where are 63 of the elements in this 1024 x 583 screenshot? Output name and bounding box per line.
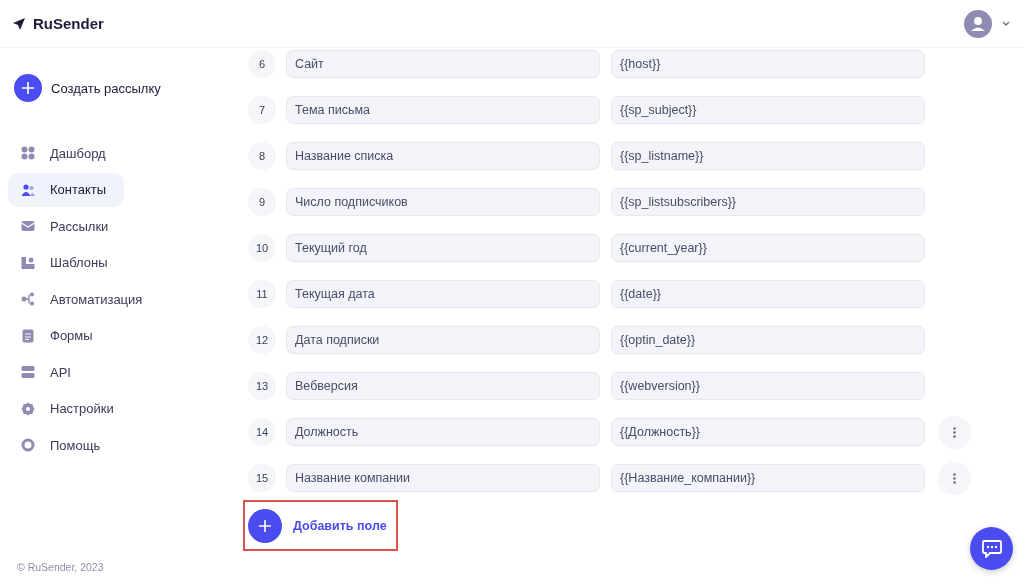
sidebar-item[interactable]: Формы bbox=[8, 318, 106, 353]
field-name-input[interactable]: Сайт bbox=[286, 50, 600, 78]
row-number: 15 bbox=[248, 464, 276, 492]
field-name-input[interactable]: Название компании bbox=[286, 464, 600, 492]
sidebar-item[interactable]: Шаблоны bbox=[8, 245, 121, 280]
variable-input[interactable]: {{Должность}} bbox=[611, 418, 925, 446]
field-name-input[interactable]: Дата подписки bbox=[286, 326, 600, 354]
add-field-button[interactable]: Добавить поле bbox=[248, 508, 387, 543]
row-number: 11 bbox=[248, 280, 276, 308]
plus-icon bbox=[248, 508, 282, 543]
variable-input[interactable]: {{sp_listname}} bbox=[611, 142, 925, 170]
ring-icon bbox=[21, 438, 35, 452]
variable-input[interactable]: {{host}} bbox=[611, 50, 925, 78]
field-name-input[interactable]: Тема письма bbox=[286, 96, 600, 124]
chevron-down-icon[interactable] bbox=[1002, 21, 1010, 26]
variable-input[interactable]: {{sp_listsubscribers}} bbox=[611, 188, 925, 216]
more-options-button[interactable] bbox=[938, 461, 971, 495]
variable-input[interactable]: {{Название_компании}} bbox=[611, 464, 925, 492]
document-icon bbox=[21, 328, 35, 343]
grid-icon bbox=[21, 146, 35, 160]
field-name-input[interactable]: Должность bbox=[286, 418, 600, 446]
create-campaign-button[interactable]: Создать рассылку bbox=[8, 74, 224, 102]
variable-input[interactable]: {{webversion}} bbox=[611, 372, 925, 400]
sidebar-item[interactable]: Настройки bbox=[8, 391, 127, 426]
variable-input[interactable]: {{sp_subject}} bbox=[611, 96, 925, 124]
field-name-input[interactable]: Число подписчиков bbox=[286, 188, 600, 216]
variable-input[interactable]: {{current_year}} bbox=[611, 234, 925, 262]
row-number: 7 bbox=[248, 96, 276, 124]
row-number: 12 bbox=[248, 326, 276, 354]
copyright-text: © RuSender, 2023 bbox=[16, 561, 105, 573]
variable-input[interactable]: {{date}} bbox=[611, 280, 925, 308]
chat-bubble-icon bbox=[981, 539, 1002, 558]
sidebar-item[interactable]: Дашборд bbox=[8, 136, 119, 170]
people-icon bbox=[21, 182, 35, 197]
avatar-icon[interactable] bbox=[964, 9, 992, 38]
vertical-dots-icon bbox=[953, 472, 956, 484]
variable-input[interactable]: {{optin_date}} bbox=[611, 326, 925, 354]
sidebar-item[interactable]: Рассылки bbox=[8, 209, 122, 243]
sidebar-item[interactable]: Автоматизация bbox=[8, 282, 156, 316]
chat-button[interactable] bbox=[970, 527, 1013, 570]
sidebar-item[interactable]: Контакты bbox=[8, 172, 125, 207]
row-number: 6 bbox=[248, 50, 276, 78]
vertical-dots-icon bbox=[953, 426, 956, 438]
field-name-input[interactable]: Название списка bbox=[286, 142, 600, 170]
field-name-input[interactable]: Текущий год bbox=[286, 234, 600, 262]
sidebar-item[interactable]: API bbox=[8, 355, 84, 389]
row-number: 8 bbox=[248, 142, 276, 170]
logo-text: RuSender bbox=[33, 15, 104, 32]
row-number: 10 bbox=[248, 234, 276, 262]
row-number: 13 bbox=[248, 372, 276, 400]
field-name-input[interactable]: Текущая дата bbox=[286, 280, 600, 308]
envelope-icon bbox=[21, 219, 35, 233]
settings-icon bbox=[21, 401, 35, 416]
field-name-input[interactable]: Вебверсия bbox=[286, 372, 600, 400]
row-number: 9 bbox=[248, 188, 276, 216]
server-icon bbox=[21, 365, 35, 379]
row-number: 14 bbox=[248, 418, 276, 446]
arrow-logo-icon bbox=[12, 16, 26, 31]
nodes-icon bbox=[21, 292, 35, 306]
sidebar-item[interactable]: Помощь bbox=[8, 428, 114, 462]
template-icon bbox=[21, 255, 35, 270]
plus-icon bbox=[14, 74, 42, 102]
more-options-button[interactable] bbox=[938, 415, 971, 449]
